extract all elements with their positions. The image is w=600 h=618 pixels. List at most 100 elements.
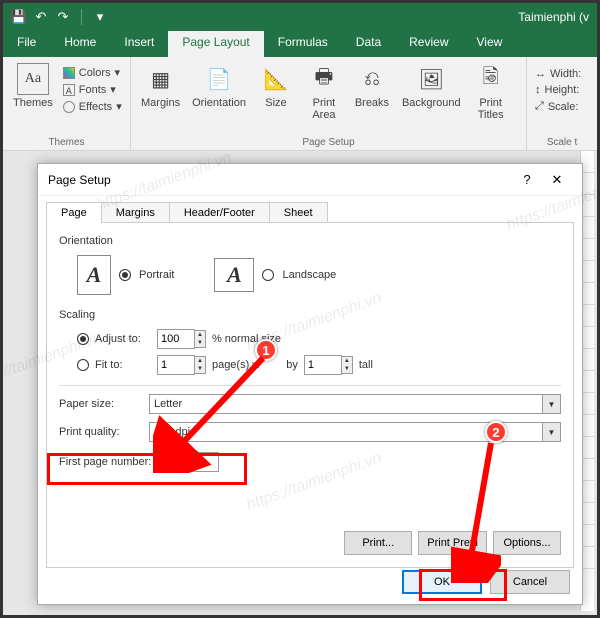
app-titlebar: 💾 ↶ ↷ ▾ Taimienphi (v [3,3,597,31]
cancel-button[interactable]: Cancel [490,570,570,594]
dialog-tab-sheet[interactable]: Sheet [269,202,328,223]
chevron-down-icon[interactable]: ▼ [542,395,560,413]
paper-size-label: Paper size: [59,398,149,410]
tab-formulas[interactable]: Formulas [264,31,342,57]
colors-button[interactable]: Colors ▾ [61,65,124,80]
spinner-down-icon[interactable]: ▼ [195,365,205,373]
ribbon-group-scale: ↔Width: ↕Height: ⤢Scale: Scale t [527,57,597,150]
dialog-tab-margins[interactable]: Margins [101,202,170,223]
ok-button[interactable]: OK [402,570,482,594]
ribbon-tabs: File Home Insert Page Layout Formulas Da… [3,31,597,57]
print-titles-icon: 🗟 [475,63,507,95]
breaks-icon: ⎌ [356,63,388,95]
ribbon-group-page-setup: ▦Margins 📄Orientation 📐Size 🖶Print Area … [131,57,527,150]
close-icon[interactable]: ✕ [542,172,572,188]
fit-to-label: Fit to: [95,359,151,371]
qat-divider [81,9,82,25]
landscape-label: Landscape [282,269,336,281]
divider [59,385,561,386]
undo-icon[interactable]: ↶ [33,9,49,25]
first-page-number-input[interactable] [159,452,219,472]
spinner-down-icon[interactable]: ▼ [342,365,352,373]
effects-button[interactable]: Effects ▾ [61,99,124,114]
options-button[interactable]: Options... [493,531,561,555]
dialog-title: Page Setup [48,173,111,187]
save-icon[interactable]: 💾 [11,9,27,25]
portrait-label: Portrait [139,269,174,281]
tab-home[interactable]: Home [50,31,110,57]
fonts-icon: A [63,84,75,96]
spinner-up-icon[interactable]: ▲ [195,331,205,339]
tab-view[interactable]: View [463,31,517,57]
orientation-icon: 📄 [203,63,235,95]
themes-group-label: Themes [3,137,130,148]
print-button[interactable]: Print... [344,531,412,555]
print-area-icon: 🖶 [308,63,340,95]
scale-group-label: Scale t [527,137,597,148]
fit-tall-spinner[interactable]: ▲▼ [304,355,353,375]
print-preview-button[interactable]: Print Previ [418,531,487,555]
breaks-button[interactable]: ⎌Breaks [350,61,394,146]
adjust-to-radio[interactable] [77,333,89,345]
pages-wide-label: page(s) w [212,359,260,371]
qat-dropdown-icon[interactable]: ▾ [92,9,108,25]
fonts-button[interactable]: AFonts ▾ [61,82,124,97]
spinner-up-icon[interactable]: ▲ [195,357,205,365]
dialog-titlebar: Page Setup ? ✕ [38,164,582,196]
orientation-label: Orientation [59,235,561,247]
fit-to-radio[interactable] [77,359,89,371]
adjust-input[interactable] [157,329,195,349]
margins-button[interactable]: ▦Margins [137,61,184,146]
tab-insert[interactable]: Insert [110,31,168,57]
callout-1: 1 [255,339,277,361]
tab-page-layout[interactable]: Page Layout [168,31,263,57]
redo-icon[interactable]: ↷ [55,9,71,25]
tab-file[interactable]: File [3,31,50,57]
size-icon: 📐 [260,63,292,95]
landscape-icon: A [214,258,254,292]
ribbon: Aa Themes Colors ▾ AFonts ▾ Effects ▾ Th… [3,57,597,151]
dialog-tab-page[interactable]: Page [46,202,102,223]
scale-icon: ⤢ [535,100,544,113]
print-area-button[interactable]: 🖶Print Area [302,61,346,146]
tab-review[interactable]: Review [395,31,462,57]
print-titles-button[interactable]: 🗟Print Titles [469,61,513,146]
dialog-tabs: Page Margins Header/Footer Sheet [38,196,582,223]
paper-size-combo[interactable]: Letter ▼ [149,394,561,414]
paper-size-value: Letter [154,398,182,410]
callout-2: 2 [485,421,507,443]
fit-wide-spinner[interactable]: ▲▼ [157,355,206,375]
fit-tall-input[interactable] [304,355,342,375]
scaling-label: Scaling [59,309,561,321]
help-button[interactable]: ? [512,172,542,187]
background-button[interactable]: 🖼Background [398,61,465,146]
page-setup-group-label: Page Setup [131,137,526,148]
page-setup-dialog: Page Setup ? ✕ Page Margins Header/Foote… [37,163,583,605]
size-button[interactable]: 📐Size [254,61,298,146]
adjust-to-label: Adjust to: [95,333,151,345]
portrait-radio[interactable] [119,269,131,281]
background-icon: 🖼 [415,63,447,95]
width-icon: ↔ [535,68,546,80]
chevron-down-icon[interactable]: ▼ [542,423,560,441]
spinner-up-icon[interactable]: ▲ [342,357,352,365]
landscape-radio[interactable] [262,269,274,281]
margins-icon: ▦ [145,63,177,95]
spinner-down-icon[interactable]: ▼ [195,339,205,347]
by-label: by [286,359,298,371]
quick-access-toolbar: 💾 ↶ ↷ ▾ [11,9,108,25]
portrait-icon: A [77,255,111,295]
tab-data[interactable]: Data [342,31,395,57]
height-icon: ↕ [535,84,541,96]
orientation-button[interactable]: 📄Orientation [188,61,250,146]
adjust-spinner[interactable]: ▲▼ [157,329,206,349]
ribbon-group-themes: Aa Themes Colors ▾ AFonts ▾ Effects ▾ Th… [3,57,131,150]
fit-wide-input[interactable] [157,355,195,375]
print-quality-value: 600 dpi [154,426,190,438]
width-row: ↔Width: [533,67,591,81]
tall-label: tall [359,359,373,371]
dialog-body: Orientation A Portrait A Landscape Scali… [46,222,574,568]
window-title: Taimienphi (v [518,10,589,24]
themes-button[interactable]: Aa Themes [9,61,57,146]
dialog-tab-header-footer[interactable]: Header/Footer [169,202,270,223]
